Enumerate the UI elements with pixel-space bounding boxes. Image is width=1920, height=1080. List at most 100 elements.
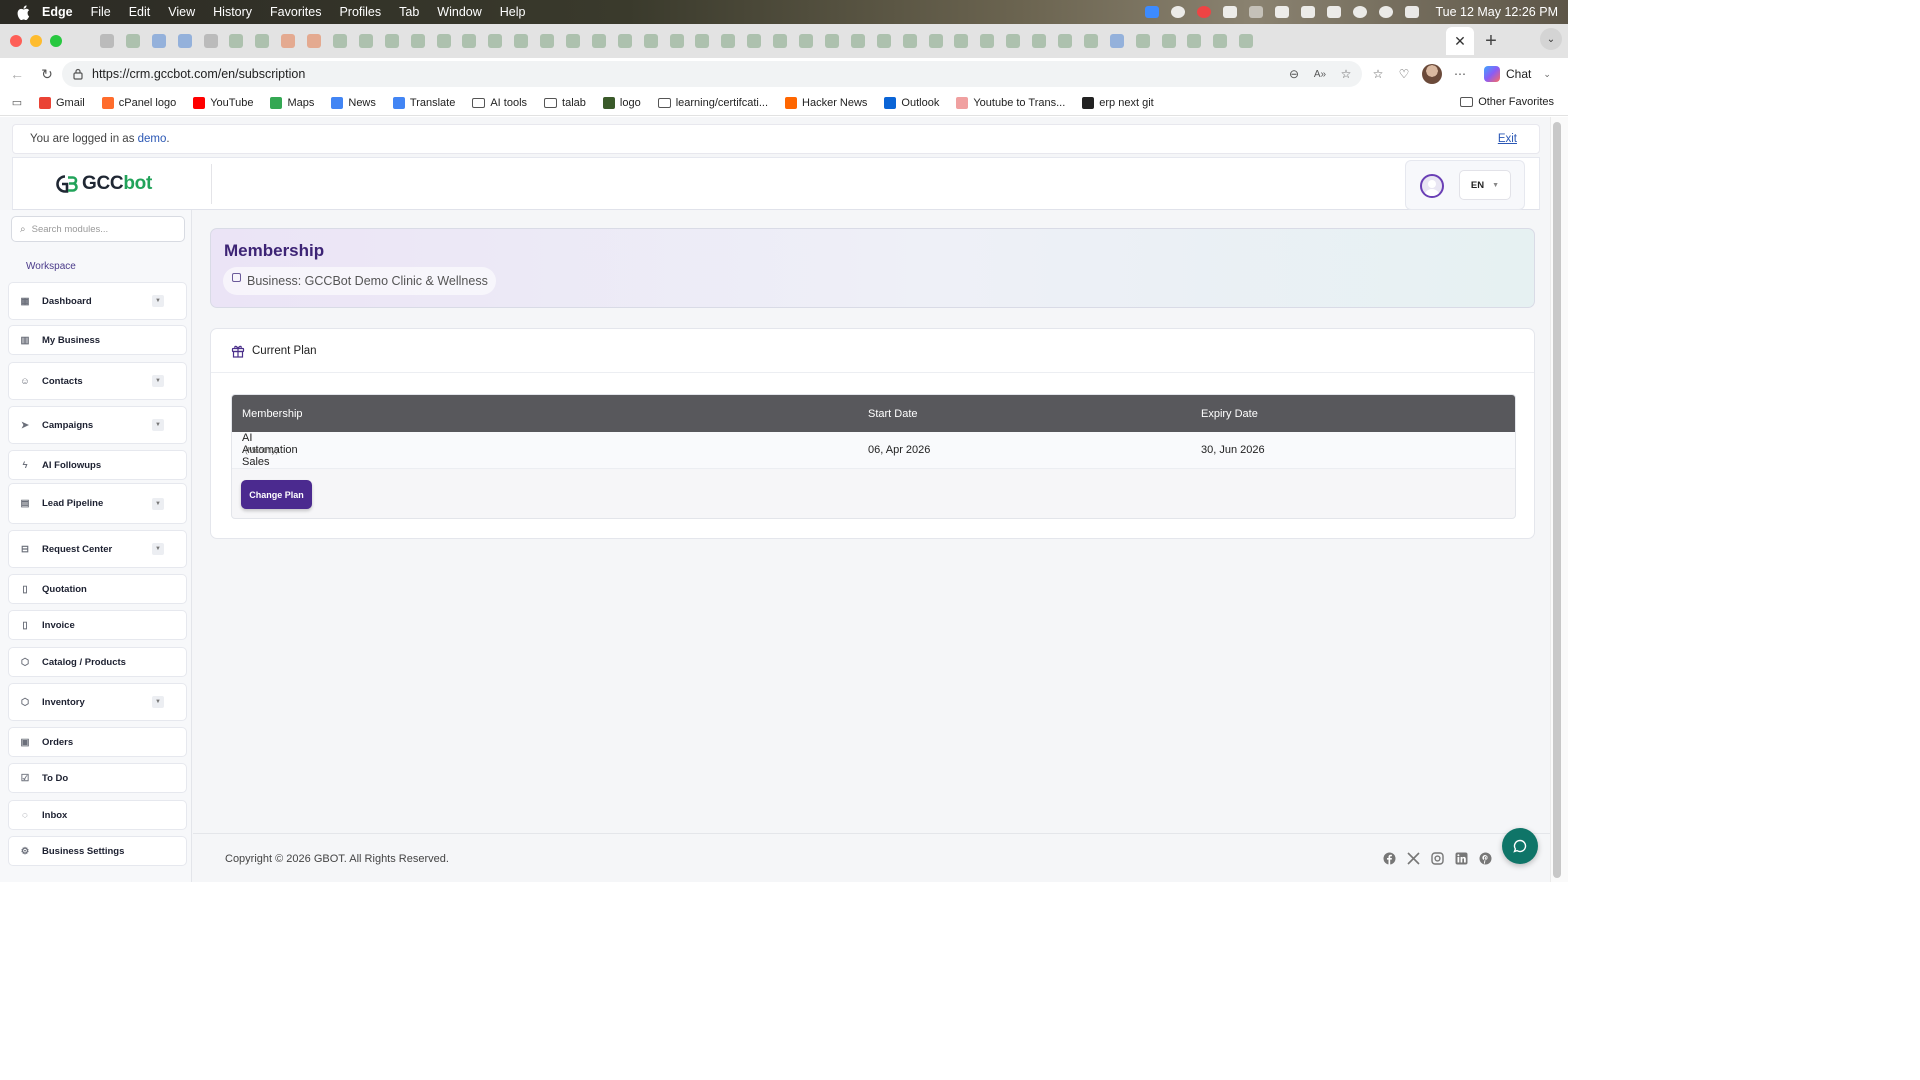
sidebar-item-to-do[interactable]: ☑ To Do [8,763,187,793]
bookmark-item[interactable]: learning/certifcati... [657,97,768,109]
menubar-clock[interactable]: Tue 12 May 12:26 PM [1435,5,1558,19]
screen-capture-icon[interactable] [1145,6,1160,18]
url-text[interactable]: https://crm.gccbot.com/en/subscription [92,67,305,81]
sidebar-item-invoice[interactable]: ▯ Invoice [8,610,187,640]
bookmark-item[interactable]: talab [544,97,586,109]
fullscreen-window-button[interactable] [50,35,62,47]
profile-avatar-icon[interactable] [1422,64,1442,84]
tab-favicon[interactable] [462,34,477,48]
cloud-sync-icon[interactable] [1249,6,1264,18]
more-options-icon[interactable]: ⋯ [1452,66,1468,82]
tab-favicon[interactable] [151,34,166,48]
sidebar-item-request-center[interactable]: ⊟ Request Center ▼ [8,530,187,568]
chevron-down-icon[interactable]: ⌄ [1543,69,1551,80]
chevron-down-icon[interactable]: ▼ [152,543,164,555]
exit-link[interactable]: Exit [1498,133,1517,145]
menu-profiles[interactable]: Profiles [339,5,381,19]
sidebar-toggle-icon[interactable]: ▭ [9,95,25,111]
apple-icon[interactable] [16,4,30,20]
tab-favicon[interactable] [954,34,969,48]
chevron-down-icon[interactable]: ▼ [152,696,164,708]
tab-favicon[interactable] [695,34,710,48]
bookmark-item[interactable]: Hacker News [785,96,867,109]
tab-favicon[interactable] [773,34,788,48]
page-scrollbar[interactable] [1553,122,1561,878]
address-bar[interactable]: https://crm.gccbot.com/en/subscription ⊖… [62,61,1362,87]
tab-favicon[interactable] [799,34,814,48]
chevron-down-icon[interactable]: ▼ [152,497,164,510]
active-tab[interactable]: ✕ [1446,27,1474,55]
tab-favicon[interactable] [1032,34,1047,48]
sidebar-item-inventory[interactable]: ⬡ Inventory ▼ [8,683,187,721]
sidebar-item-contacts[interactable]: ☺ Contacts ▼ [8,362,187,400]
tab-favicon[interactable] [1057,34,1072,48]
tab-favicon[interactable] [902,34,917,48]
cloud-icon[interactable] [1223,6,1238,18]
chat-widget-button[interactable] [1502,828,1538,864]
pinterest-icon[interactable] [1479,852,1492,865]
sidebar-item-quotation[interactable]: ▯ Quotation [8,574,187,604]
bookmark-item[interactable]: Gmail [39,96,85,109]
close-tab-icon[interactable]: ✕ [1454,33,1466,50]
tab-favicon[interactable] [1213,34,1228,48]
menu-favorites[interactable]: Favorites [270,5,321,19]
bookmark-item[interactable]: cPanel logo [101,96,176,109]
tab-favicon[interactable] [1083,34,1098,48]
tab-favicon[interactable] [358,34,373,48]
control-center-icon[interactable] [1405,6,1420,18]
menu-window[interactable]: Window [437,5,481,19]
tab-favicon[interactable] [514,34,529,48]
new-tab-button[interactable]: + [1482,30,1500,52]
sidebar-item-my-business[interactable]: ▥ My Business [8,325,187,355]
bookmark-item[interactable]: Outlook [884,96,939,109]
sidebar-item-inbox[interactable]: ◌ Inbox [8,800,187,830]
tab-favicon[interactable] [721,34,736,48]
tab-favicon[interactable] [384,34,399,48]
x-icon[interactable] [1407,852,1420,865]
tab-favicon[interactable] [643,34,658,48]
notification-icon[interactable] [1197,6,1212,18]
change-plan-button[interactable]: Change Plan [241,480,312,509]
facebook-icon[interactable] [1383,852,1396,865]
tab-favicon[interactable] [488,34,503,48]
chevron-down-icon[interactable]: ▼ [152,419,164,431]
tab-favicon[interactable] [307,34,322,48]
close-window-button[interactable] [10,35,22,47]
memory-icon[interactable] [1275,6,1290,18]
sidebar-item-lead-pipeline[interactable]: ▤ Lead Pipeline ▼ [8,483,187,524]
sidebar-item-campaigns[interactable]: ➤ Campaigns ▼ [8,406,187,444]
sidebar-item-dashboard[interactable]: ▦ Dashboard ▼ [8,282,187,320]
bookmark-item[interactable]: Youtube to Trans... [956,96,1065,109]
tab-favicon[interactable] [1109,34,1124,48]
menu-edit[interactable]: Edit [129,5,151,19]
bookmark-item[interactable]: erp next git [1082,96,1154,109]
minimize-window-button[interactable] [30,35,42,47]
sidebar-item-ai-followups[interactable]: ϟ AI Followups [8,450,187,480]
tab-favicon[interactable] [177,34,192,48]
tab-favicon[interactable] [1239,34,1254,48]
tab-favicon[interactable] [410,34,425,48]
battery-icon[interactable] [1327,6,1342,18]
menu-app-name[interactable]: Edge [42,5,73,19]
menu-tab[interactable]: Tab [399,5,419,19]
logged-in-user[interactable]: demo [138,133,167,145]
tab-favicon[interactable] [617,34,632,48]
tab-favicon[interactable] [1135,34,1150,48]
tab-favicon[interactable] [436,34,451,48]
module-search-input[interactable]: ⌕ Search modules... [11,216,185,242]
bookmark-item[interactable]: YouTube [193,96,253,109]
instagram-icon[interactable] [1431,852,1444,865]
menu-file[interactable]: File [91,5,111,19]
tab-favicon[interactable] [333,34,348,48]
app-tray-icon[interactable] [1171,6,1186,18]
tab-favicon[interactable] [203,34,218,48]
menu-history[interactable]: History [213,5,252,19]
tab-favicon[interactable] [540,34,555,48]
tab-favicon[interactable] [1006,34,1021,48]
bookmark-item[interactable]: AI tools [472,97,527,109]
bookmark-item[interactable]: Maps [270,96,314,109]
sidebar-item-orders[interactable]: ▣ Orders [8,727,187,757]
favorite-star-icon[interactable]: ☆ [1338,66,1354,82]
language-selector[interactable]: EN ▼ [1459,170,1511,200]
chevron-down-icon[interactable]: ▼ [152,295,164,307]
